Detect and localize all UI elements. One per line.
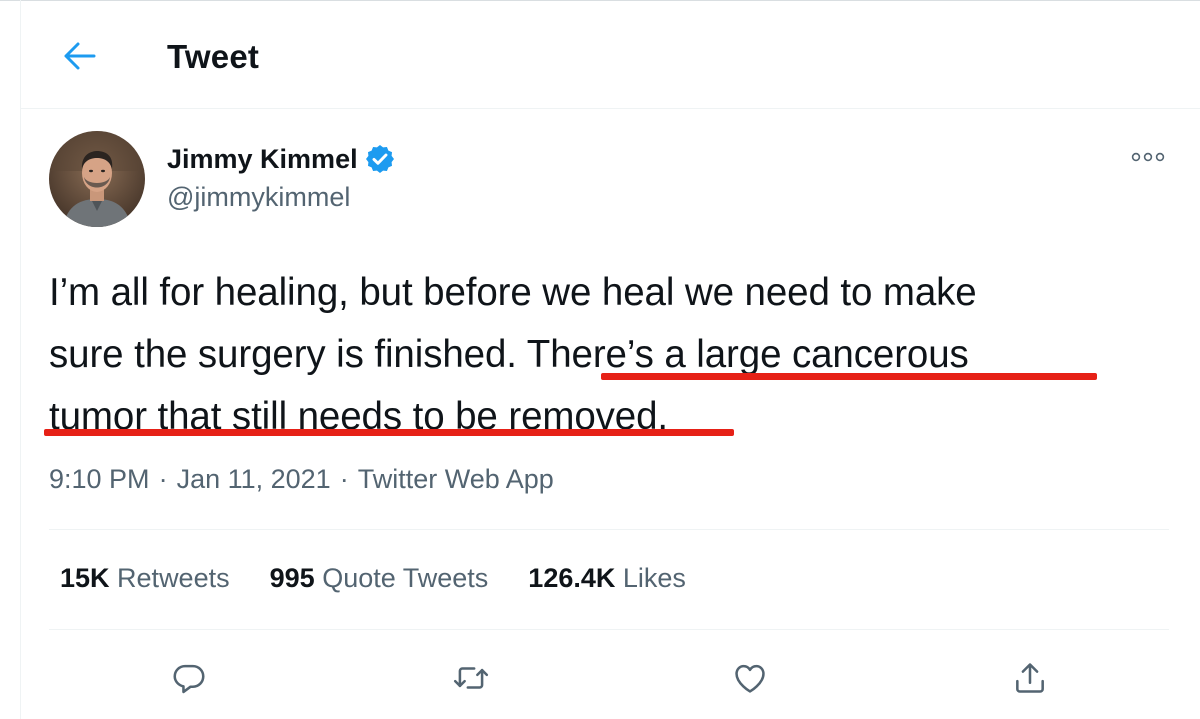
- retweet-icon: [453, 667, 489, 689]
- author-name[interactable]: Jimmy Kimmel: [167, 143, 396, 175]
- separator: ·: [158, 464, 168, 494]
- separator: ·: [339, 464, 349, 494]
- retweet-button[interactable]: [448, 655, 494, 701]
- highlight-underline: [44, 429, 734, 436]
- avatar[interactable]: [49, 131, 145, 227]
- quote-tweets-count: 995: [269, 563, 315, 593]
- share-icon: [1016, 663, 1044, 693]
- quote-tweets-label: Quote Tweets: [322, 563, 489, 593]
- reply-icon: [173, 664, 205, 694]
- divider: [49, 529, 1169, 530]
- more-horizontal-icon: [1131, 152, 1165, 162]
- author-handle[interactable]: @jimmykimmel: [167, 182, 350, 213]
- retweets-count: 15K: [60, 563, 110, 593]
- reply-button[interactable]: [166, 655, 212, 701]
- divider: [49, 629, 1169, 630]
- more-options-button[interactable]: [1126, 145, 1170, 169]
- retweets-stat[interactable]: 15K Retweets: [60, 563, 230, 594]
- page-header: Tweet: [20, 0, 1200, 109]
- quote-tweets-stat[interactable]: 995 Quote Tweets: [270, 563, 489, 594]
- tweet-line: tumor that still needs to be removed.: [49, 395, 669, 438]
- verified-badge-icon: [365, 145, 394, 173]
- like-button[interactable]: [727, 655, 773, 701]
- page-title: Tweet: [167, 38, 260, 75]
- likes-count: 126.4K: [528, 563, 616, 593]
- author-name-text: Jimmy Kimmel: [167, 143, 358, 174]
- back-button[interactable]: [60, 36, 100, 76]
- share-button[interactable]: [1007, 655, 1053, 701]
- likes-stat[interactable]: 126.4K Likes: [528, 563, 686, 594]
- arrow-left-icon: [64, 42, 96, 70]
- tweet-date[interactable]: Jan 11, 2021: [177, 464, 331, 494]
- highlight-underline: [601, 373, 1097, 380]
- tweet-stats: 15K Retweets 995 Quote Tweets 126.4K Lik…: [60, 563, 726, 594]
- likes-label: Likes: [622, 563, 686, 593]
- tweet-source[interactable]: Twitter Web App: [358, 464, 554, 494]
- like-icon: [735, 664, 765, 693]
- avatar-image: [49, 131, 145, 227]
- tweet-text: I’m all for healing, but before we heal …: [49, 262, 1169, 448]
- tweet-time[interactable]: 9:10 PM: [49, 464, 150, 494]
- retweets-label: Retweets: [117, 563, 230, 593]
- tweet-timestamp: 9:10 PM · Jan 11, 2021 · Twitter Web App: [49, 464, 554, 495]
- tweet-line: I’m all for healing, but before we heal …: [49, 271, 977, 314]
